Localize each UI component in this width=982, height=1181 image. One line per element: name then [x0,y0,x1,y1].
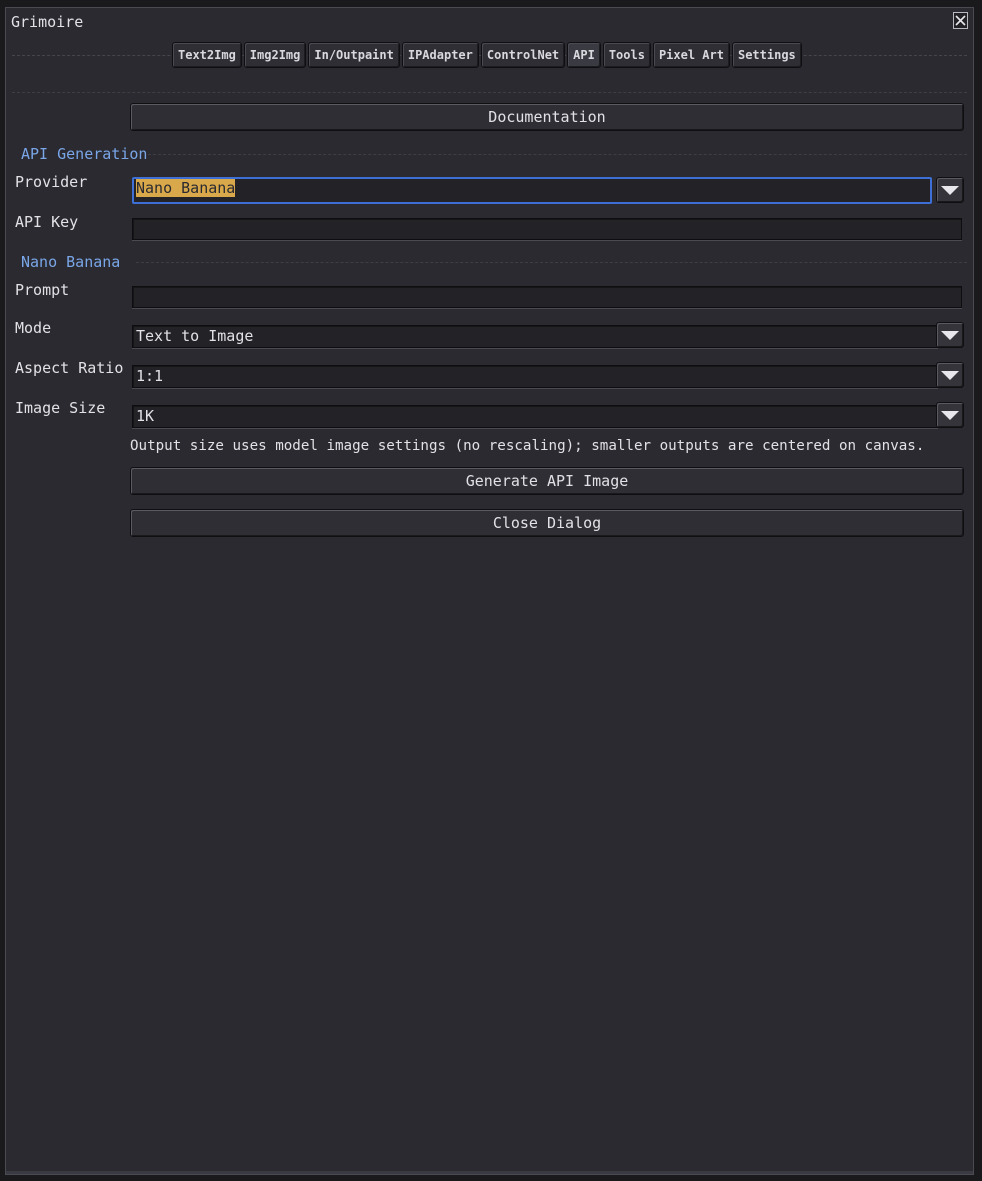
generate-api-image-button[interactable]: Generate API Image [130,467,964,495]
grimoire-dialog: Grimoire Text2Img Img2Img In/Outpaint IPAda… [5,7,974,1175]
aspect-ratio-dropdown-button[interactable] [936,362,964,388]
tab-in-outpaint[interactable]: In/Outpaint [308,42,400,68]
api-key-input[interactable] [132,218,962,240]
provider-value: Nano Banana [136,179,236,197]
aspect-ratio-select[interactable]: 1:1 [132,365,938,388]
window-bottom-edge [6,1171,973,1174]
provider-dropdown-button[interactable] [936,177,964,203]
close-window-button[interactable] [953,12,968,29]
mode-label: Mode [15,319,52,337]
close-dialog-button[interactable]: Close Dialog [130,509,964,537]
prompt-input[interactable] [132,286,962,308]
title-bar[interactable]: Grimoire [6,8,973,36]
aspect-ratio-label: Aspect Ratio [15,359,124,377]
tab-img2img[interactable]: Img2Img [243,42,307,68]
output-size-note: Output size uses model image settings (n… [130,438,925,454]
provider-select[interactable]: Nano Banana [132,177,932,204]
header-divider [12,92,967,93]
tab-tools[interactable]: Tools [602,42,651,68]
tab-text2img[interactable]: Text2Img [172,42,242,68]
chevron-down-icon [941,330,959,340]
image-size-dropdown-button[interactable] [936,402,964,428]
chevron-down-icon [941,410,959,420]
tab-ipadapter[interactable]: IPAdapter [401,42,479,68]
tab-settings[interactable]: Settings [731,42,802,68]
close-icon [955,15,966,26]
prompt-label: Prompt [15,281,70,299]
section-title-nano-banana: Nano Banana [21,253,121,271]
api-key-label: API Key [15,213,79,231]
section-title-api-generation: API Generation [21,145,148,163]
tab-list: Text2Img Img2Img In/Outpaint IPAdapter Contr… [172,42,802,68]
image-size-label: Image Size [15,399,106,417]
chevron-down-icon [941,185,959,195]
provider-label: Provider [15,173,88,191]
chevron-down-icon [941,370,959,380]
tab-controlnet[interactable]: ControlNet [480,42,566,68]
tab-pixel-art[interactable]: Pixel Art [652,42,730,68]
documentation-button[interactable]: Documentation [130,103,964,131]
image-size-select[interactable]: 1K [132,405,938,428]
window-title: Grimoire [11,13,84,31]
mode-select[interactable]: Text to Image [132,325,938,348]
tab-api[interactable]: API [567,42,601,68]
section-divider [148,154,967,155]
section-divider [136,262,967,263]
mode-dropdown-button[interactable] [936,322,964,348]
tab-bar: Text2Img Img2Img In/Outpaint IPAdapter Contr… [6,42,973,70]
